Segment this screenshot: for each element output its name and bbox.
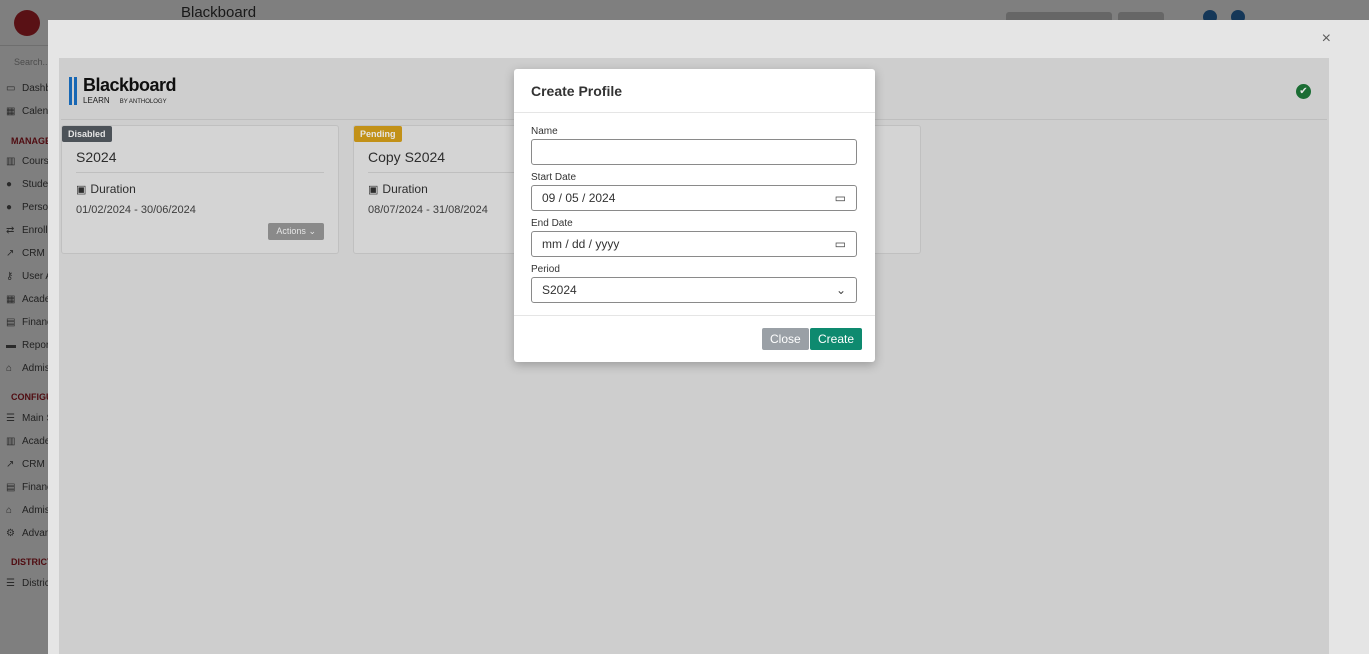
chevron-down-icon: ⌄ [835, 283, 846, 297]
start-date-label: Start Date [531, 172, 577, 183]
create-profile-dialog: Create Profile Name Start Date 09 / 05 /… [514, 69, 875, 362]
dialog-footer-divider [514, 315, 875, 316]
dialog-header-divider [514, 112, 875, 113]
start-date-input[interactable]: 09 / 05 / 2024 ▭ [531, 185, 857, 211]
name-label: Name [531, 126, 558, 137]
period-select[interactable]: S2024 ⌄ [531, 277, 857, 303]
end-date-label: End Date [531, 218, 573, 229]
name-input[interactable] [531, 139, 857, 165]
period-label: Period [531, 264, 560, 275]
dialog-title: Create Profile [531, 83, 623, 99]
calendar-icon[interactable]: ▭ [835, 186, 846, 210]
create-button[interactable]: Create [810, 328, 863, 350]
end-date-input[interactable]: mm / dd / yyyy ▭ [531, 231, 857, 257]
close-button[interactable]: Close [762, 328, 809, 350]
calendar-icon[interactable]: ▭ [835, 232, 846, 256]
